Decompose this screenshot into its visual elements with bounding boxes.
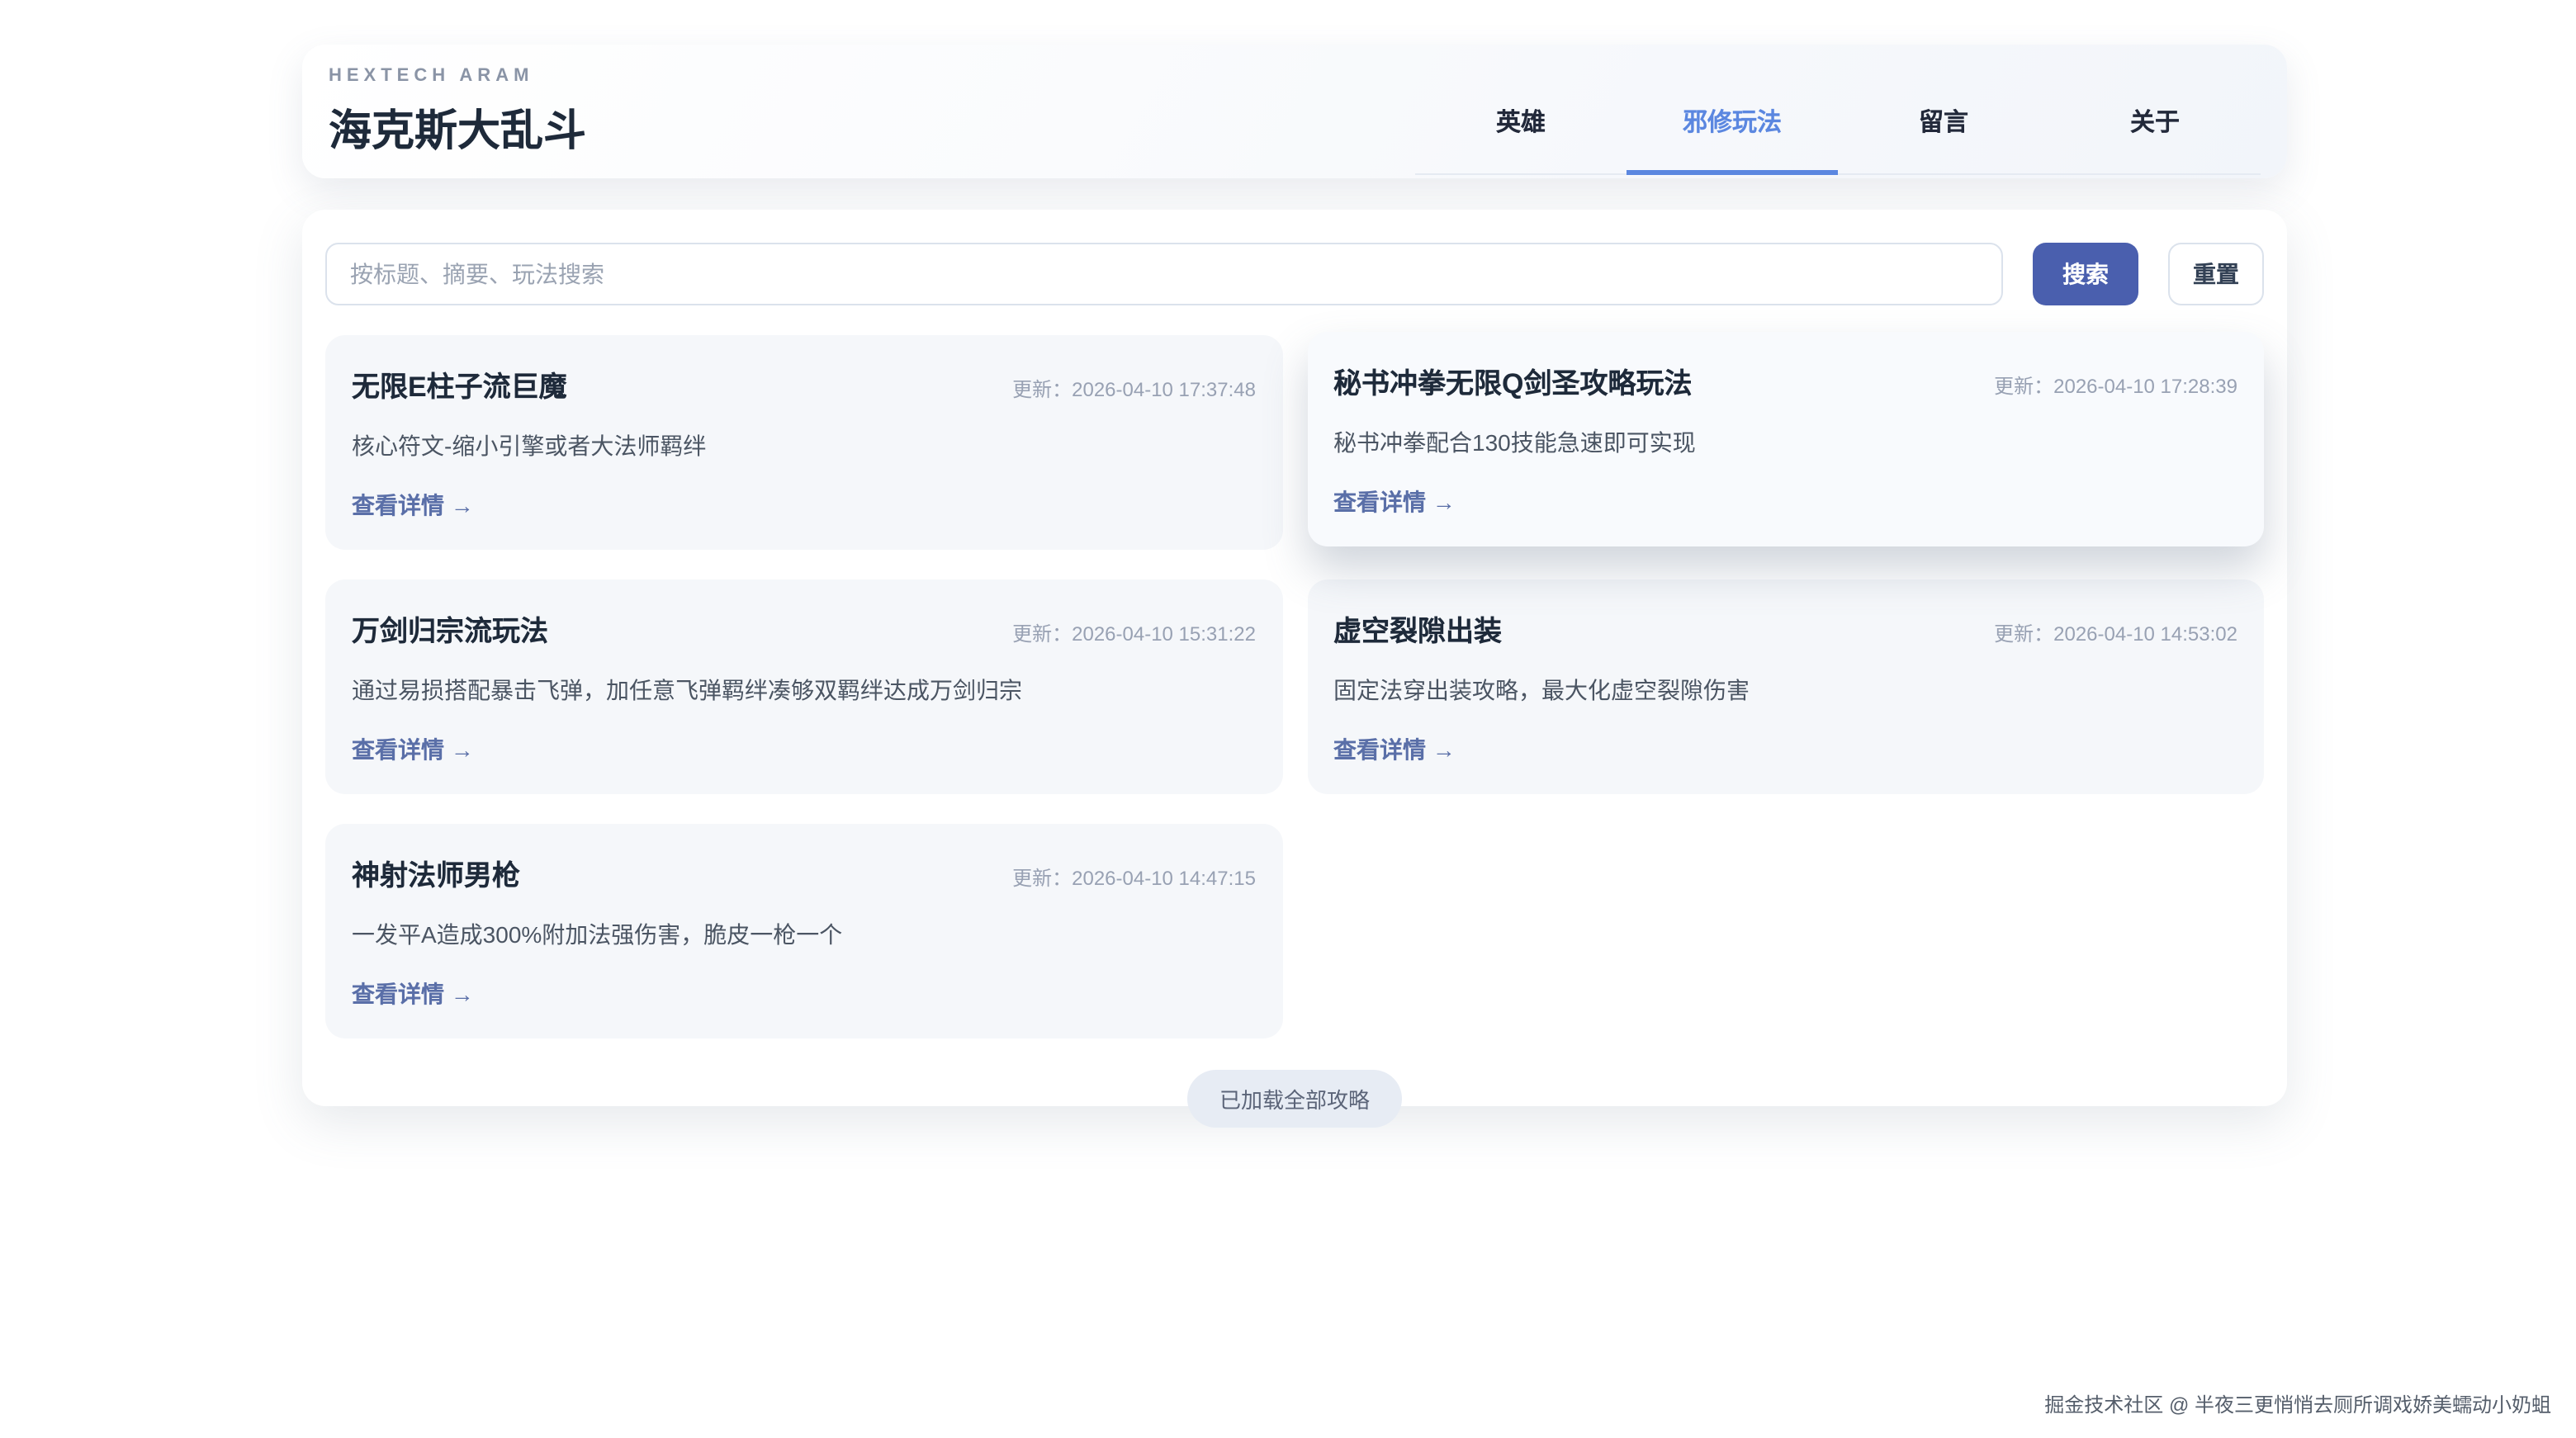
guide-updated-at: 更新：2026-04-10 14:53:02 bbox=[1994, 619, 2237, 647]
view-details-link[interactable]: 查看详情 → bbox=[352, 977, 474, 1010]
page-title: 海克斯大乱斗 bbox=[329, 97, 586, 158]
guide-title: 无限E柱子流巨魔 bbox=[352, 363, 567, 404]
guide-card-header: 秘书冲拳无限Q剑圣攻略玩法 更新：2026-04-10 17:28:39 bbox=[1333, 360, 2237, 401]
guide-card-header: 无限E柱子流巨魔 更新：2026-04-10 17:37:48 bbox=[352, 363, 1256, 404]
guide-card-header: 虚空裂隙出装 更新：2026-04-10 14:53:02 bbox=[1333, 608, 2237, 649]
nav-item-guides[interactable]: 邪修玩法 bbox=[1627, 72, 1838, 174]
guide-summary: 通过易损搭配暴击飞弹，加任意飞弹羁绊凑够双羁绊达成万剑归宗 bbox=[352, 674, 1256, 707]
guide-card: 万剑归宗流玩法 更新：2026-04-10 15:31:22 通过易损搭配暴击飞… bbox=[325, 579, 1282, 794]
view-details-link[interactable]: 查看详情 → bbox=[352, 733, 474, 766]
view-details-link[interactable]: 查看详情 → bbox=[1333, 733, 1456, 766]
nav-item-comments[interactable]: 留言 bbox=[1838, 72, 2049, 174]
guide-updated-at: 更新：2026-04-10 17:37:48 bbox=[1012, 375, 1256, 403]
brand: HEXTECH ARAM 海克斯大乱斗 bbox=[329, 65, 586, 158]
guide-summary: 秘书冲拳配合130技能急速即可实现 bbox=[1333, 426, 2237, 459]
load-status-wrap: 已加载全部攻略 bbox=[325, 1070, 2264, 1128]
footer-watermark: 掘金技术社区 @ 半夜三更悄悄去厕所调戏娇美蠕动小奶蛆 bbox=[2044, 1390, 2551, 1418]
guide-summary: 核心符文-缩小引擎或者大法师羁绊 bbox=[352, 429, 1256, 462]
brand-label: HEXTECH ARAM bbox=[329, 65, 586, 85]
main-nav: 英雄 邪修玩法 留言 关于 bbox=[1415, 72, 2261, 174]
search-bar: 搜索 重置 bbox=[325, 243, 2264, 305]
guide-summary: 固定法穿出装攻略，最大化虚空裂隙伤害 bbox=[1333, 674, 2237, 707]
guide-card: 虚空裂隙出装 更新：2026-04-10 14:53:02 固定法穿出装攻略，最… bbox=[1307, 579, 2264, 794]
reset-button[interactable]: 重置 bbox=[2168, 243, 2264, 305]
content-panel: 搜索 重置 无限E柱子流巨魔 更新：2026-04-10 17:37:48 核心… bbox=[302, 210, 2287, 1106]
guide-card: 无限E柱子流巨魔 更新：2026-04-10 17:37:48 核心符文-缩小引… bbox=[325, 335, 1282, 550]
guide-card: 秘书冲拳无限Q剑圣攻略玩法 更新：2026-04-10 17:28:39 秘书冲… bbox=[1307, 332, 2264, 546]
guide-card-header: 神射法师男枪 更新：2026-04-10 14:47:15 bbox=[352, 852, 1256, 893]
page: HEXTECH ARAM 海克斯大乱斗 英雄 邪修玩法 留言 关于 搜索 重置 … bbox=[0, 0, 2576, 1438]
guide-title: 虚空裂隙出装 bbox=[1333, 608, 1502, 649]
view-details-link[interactable]: 查看详情 → bbox=[352, 489, 474, 522]
guide-title: 神射法师男枪 bbox=[352, 852, 520, 893]
search-button[interactable]: 搜索 bbox=[2033, 243, 2138, 305]
guide-updated-at: 更新：2026-04-10 15:31:22 bbox=[1012, 619, 1256, 647]
guide-updated-at: 更新：2026-04-10 14:47:15 bbox=[1012, 863, 1256, 892]
guide-summary: 一发平A造成300%附加法强伤害，脆皮一枪一个 bbox=[352, 918, 1256, 951]
guide-grid: 无限E柱子流巨魔 更新：2026-04-10 17:37:48 核心符文-缩小引… bbox=[325, 335, 2264, 1038]
load-status-badge: 已加载全部攻略 bbox=[1188, 1070, 1401, 1128]
nav-item-heroes[interactable]: 英雄 bbox=[1415, 72, 1627, 174]
nav-item-about[interactable]: 关于 bbox=[2049, 72, 2261, 174]
guide-card: 神射法师男枪 更新：2026-04-10 14:47:15 一发平A造成300%… bbox=[325, 824, 1282, 1038]
guide-card-header: 万剑归宗流玩法 更新：2026-04-10 15:31:22 bbox=[352, 608, 1256, 649]
guide-title: 万剑归宗流玩法 bbox=[352, 608, 548, 649]
header: HEXTECH ARAM 海克斯大乱斗 英雄 邪修玩法 留言 关于 bbox=[302, 45, 2287, 178]
view-details-link[interactable]: 查看详情 → bbox=[1333, 485, 1456, 518]
guide-updated-at: 更新：2026-04-10 17:28:39 bbox=[1994, 371, 2237, 400]
guide-title: 秘书冲拳无限Q剑圣攻略玩法 bbox=[1333, 360, 1692, 401]
search-input[interactable] bbox=[325, 243, 2003, 305]
